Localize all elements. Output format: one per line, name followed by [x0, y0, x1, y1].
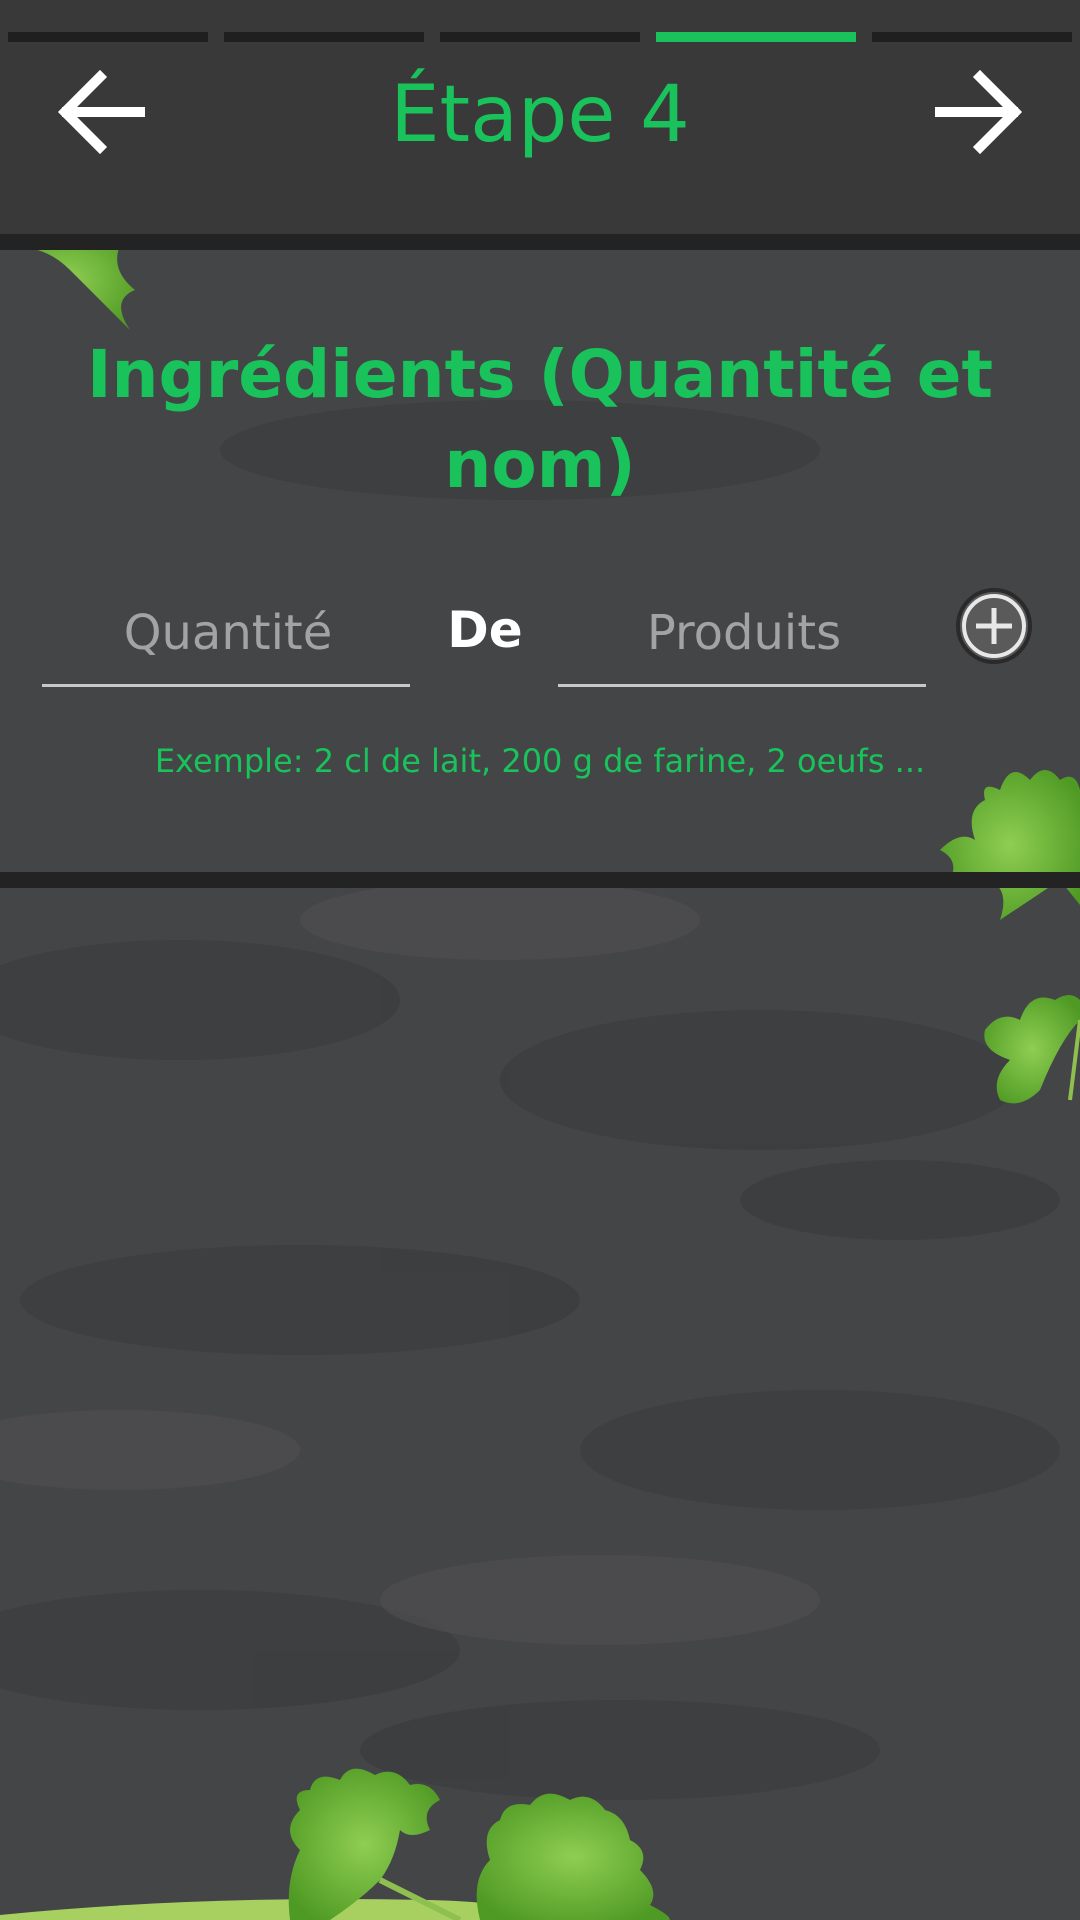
back-button[interactable] [47, 62, 157, 162]
ingredients-hint: Exemple: 2 cl de lait, 200 g de farine, … [154, 742, 926, 780]
quantity-field [42, 580, 414, 687]
top-bar: Étape 4 [0, 0, 1080, 234]
connector-label: De [447, 601, 523, 659]
arrow-left-icon [57, 69, 145, 155]
progress-step-5 [872, 32, 1072, 42]
divider-bottom [0, 872, 1080, 888]
next-button[interactable] [923, 62, 1033, 162]
plus-circle-icon [956, 588, 1032, 664]
progress-step-1 [8, 32, 208, 42]
progress-step-3 [440, 32, 640, 42]
progress-step-4 [656, 32, 856, 42]
arrow-right-icon [935, 69, 1023, 155]
step-progress [0, 32, 1080, 42]
step-title: Étape 4 [390, 70, 690, 160]
progress-step-2 [224, 32, 424, 42]
quantity-input[interactable] [42, 580, 414, 686]
product-input[interactable] [558, 580, 930, 686]
ingredients-title: Ingrédients (Quantité et nom) [86, 336, 994, 503]
divider-top [0, 234, 1080, 250]
add-ingredient-button[interactable] [954, 586, 1034, 666]
parsley-background [0, 0, 1080, 1920]
product-field [558, 580, 930, 687]
